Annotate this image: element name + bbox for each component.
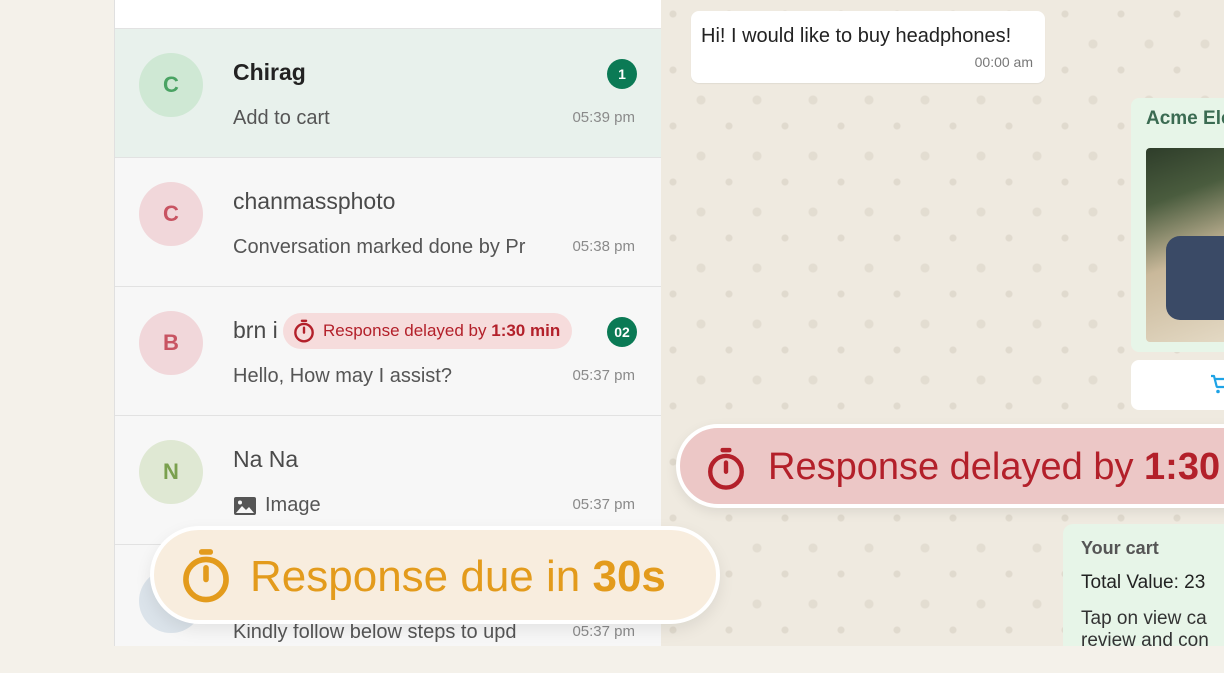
message-text: Hi! I would like to buy headphones! [701, 25, 1012, 47]
message-preview: Conversation marked done by Pr [233, 236, 526, 258]
delay-label: Response delayed by [323, 321, 492, 340]
message-time: 05:37 pm [572, 367, 635, 384]
product-title: Acme Ele [1146, 108, 1224, 129]
contact-name: brn i [233, 317, 278, 343]
avatar: C [139, 53, 203, 117]
delay-value: 1:30 min [491, 321, 561, 340]
message-time: 05:39 pm [572, 109, 635, 126]
delay-label: Response delayed by [768, 446, 1145, 488]
response-delayed-banner: Response delayed by 1:30 m [676, 424, 1224, 508]
unread-badge: 1 [607, 59, 637, 89]
delay-value: 1:30 m [1144, 446, 1224, 488]
message-preview: Hello, How may I assist? [233, 365, 452, 387]
avatar: C [139, 182, 203, 246]
conversation-row-chirag[interactable]: C Chirag 1 Add to cart 05:39 pm [115, 29, 661, 158]
page-background-left [0, 0, 116, 646]
image-icon [234, 496, 256, 515]
contact-name: Na Na [233, 446, 299, 472]
message-preview: Image [233, 494, 557, 517]
list-header [115, 0, 661, 29]
cart-total: Total Value: 23 [1081, 572, 1206, 593]
cart-icon [1211, 374, 1224, 394]
conversation-row-chanmassphoto[interactable]: C chanmassphoto Conversation marked done… [115, 158, 661, 287]
cart-heading: Your cart [1081, 538, 1159, 558]
message-time: 00:00 am [974, 54, 1033, 70]
product-image [1146, 148, 1224, 342]
unread-badge: 02 [607, 317, 637, 347]
due-value: 30s [592, 552, 666, 601]
message-preview: Add to cart [233, 107, 330, 129]
stopwatch-icon [708, 447, 744, 490]
cart-summary-card: Your cart Total Value: 23 Tap on view ca… [1063, 524, 1224, 646]
incoming-message: Hi! I would like to buy headphones! 00:0… [691, 11, 1045, 83]
response-delayed-tag: Response delayed by 1:30 min [283, 313, 573, 349]
product-card[interactable]: Acme Ele [1131, 98, 1224, 352]
contact-name: Chirag [233, 59, 306, 85]
cart-description: Tap on view ca review and con [1081, 608, 1209, 646]
message-time: 05:38 pm [572, 238, 635, 255]
add-to-cart-button[interactable] [1131, 360, 1224, 410]
message-time: 05:37 pm [572, 496, 635, 513]
message-time: 05:37 pm [572, 623, 635, 640]
message-preview: Kindly follow below steps to upd [233, 621, 517, 643]
avatar: N [139, 440, 203, 504]
due-label: Response due in [250, 552, 593, 601]
avatar: B [139, 311, 203, 375]
response-due-banner: Response due in 30s [150, 526, 720, 624]
keyboard-image [1166, 236, 1224, 320]
chat-area: Hi! I would like to buy headphones! 00:0… [661, 0, 1224, 646]
preview-text: Image [265, 494, 321, 516]
stopwatch-icon [183, 549, 229, 603]
contact-name: chanmassphoto [233, 188, 396, 214]
stopwatch-icon [294, 319, 314, 343]
conversation-row-brn[interactable]: B brn i Response delayed by 1:30 min 02 … [115, 287, 661, 416]
